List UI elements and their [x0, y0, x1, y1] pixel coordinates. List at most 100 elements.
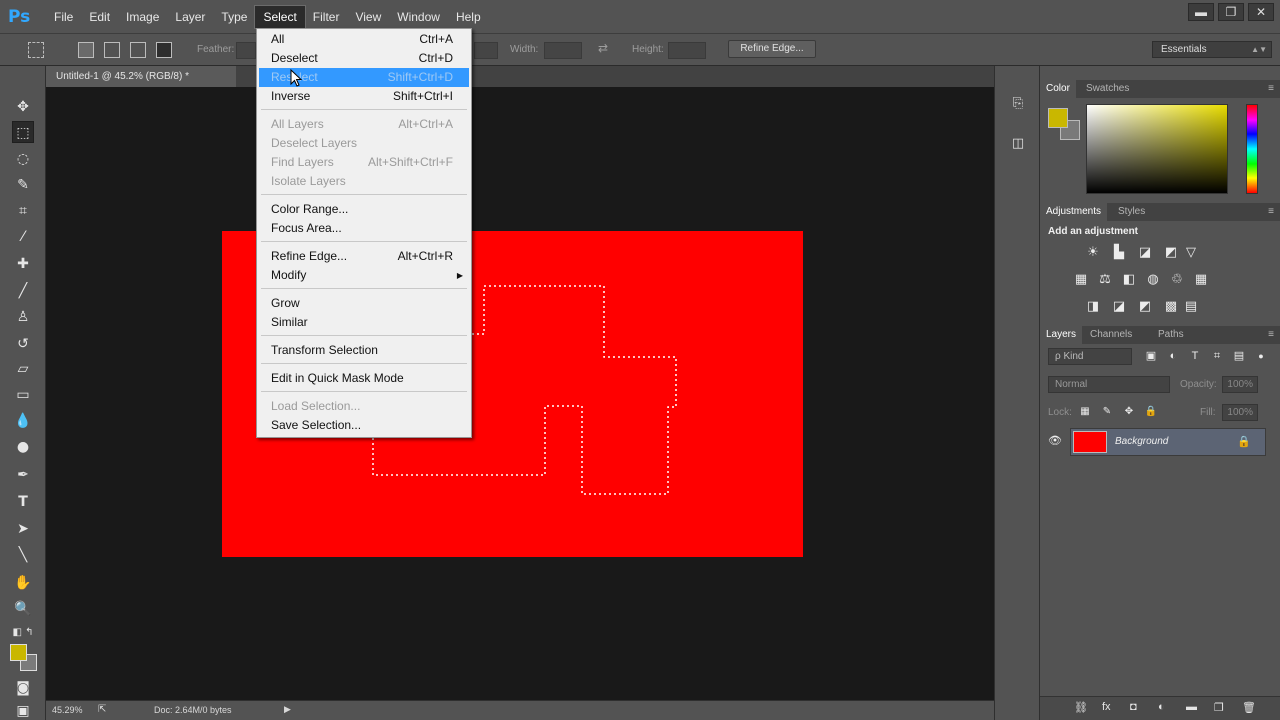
- status-menu-arrow-icon[interactable]: ▶: [284, 704, 291, 715]
- color-balance-icon[interactable]: ⚖: [1096, 271, 1114, 287]
- menu-item-isolate-layers[interactable]: Isolate Layers: [257, 172, 471, 191]
- menu-help[interactable]: Help: [448, 6, 489, 28]
- panel-menu-icon[interactable]: ≡: [1268, 83, 1274, 94]
- pen-tool-icon[interactable]: ✒: [12, 464, 34, 486]
- lock-transparent-icon[interactable]: ▦: [1076, 404, 1094, 420]
- menu-item-deselect-layers[interactable]: Deselect Layers: [257, 134, 471, 153]
- menu-item-modify[interactable]: Modify ▶: [257, 266, 471, 285]
- close-button[interactable]: ✕: [1248, 3, 1274, 21]
- menu-item-quick-mask[interactable]: Edit in Quick Mask Mode: [257, 369, 471, 388]
- panel-foreground-swatch[interactable]: [1048, 108, 1068, 128]
- swap-icon[interactable]: ⇄: [598, 41, 608, 55]
- gradient-tool-icon[interactable]: ▭: [12, 384, 34, 406]
- curves-icon[interactable]: ◪: [1136, 244, 1154, 260]
- menu-item-similar[interactable]: Similar: [257, 313, 471, 332]
- menu-item-load-selection[interactable]: Load Selection...: [257, 397, 471, 416]
- move-tool-icon[interactable]: ✥: [12, 96, 34, 118]
- document-tab[interactable]: Untitled-1 @ 45.2% (RGB/8) * ×: [46, 66, 266, 87]
- menu-item-focus-area[interactable]: Focus Area...: [257, 219, 471, 238]
- refine-edge-button[interactable]: Refine Edge...: [728, 40, 816, 58]
- panel-menu-icon[interactable]: ≡: [1268, 329, 1274, 340]
- tab-channels[interactable]: Channels: [1084, 326, 1138, 344]
- subtract-selection-icon[interactable]: [130, 42, 146, 58]
- hue-slider[interactable]: [1246, 104, 1258, 194]
- hue-saturation-icon[interactable]: ▦: [1072, 271, 1090, 287]
- eyedropper-tool-icon[interactable]: ⁄: [12, 226, 34, 248]
- menu-item-transform-selection[interactable]: Transform Selection: [257, 341, 471, 360]
- menu-item-all-layers[interactable]: All Layers Alt+Ctrl+A: [257, 115, 471, 134]
- workspace-select[interactable]: Essentials ▲▼: [1152, 41, 1272, 58]
- foreground-color-swatch[interactable]: [10, 644, 27, 661]
- crop-tool-icon[interactable]: ⌗: [12, 200, 34, 222]
- gradient-map-icon[interactable]: ▩: [1162, 298, 1180, 314]
- screen-mode-icon[interactable]: ▣: [12, 700, 34, 720]
- color-lookup-icon[interactable]: ▦: [1192, 271, 1210, 287]
- lock-pixels-icon[interactable]: ✎: [1098, 404, 1116, 420]
- marquee-preset-icon[interactable]: [28, 42, 44, 58]
- menu-filter[interactable]: Filter: [305, 6, 348, 28]
- channel-mixer-icon[interactable]: ♲: [1168, 271, 1186, 287]
- layer-style-icon[interactable]: fx: [1102, 701, 1111, 713]
- menu-type[interactable]: Type: [213, 6, 255, 28]
- tab-adjustments[interactable]: Adjustments: [1040, 203, 1108, 221]
- new-layer-icon[interactable]: ❐: [1214, 701, 1224, 714]
- menu-view[interactable]: View: [347, 6, 389, 28]
- blend-mode-select[interactable]: Normal: [1048, 376, 1170, 393]
- invert-icon[interactable]: ◨: [1084, 298, 1102, 314]
- menu-layer[interactable]: Layer: [167, 6, 213, 28]
- quick-selection-tool-icon[interactable]: ✎: [12, 174, 34, 196]
- filter-smart-object-icon[interactable]: ▤: [1230, 348, 1248, 364]
- selective-color-icon[interactable]: ▤: [1182, 298, 1200, 314]
- new-selection-icon[interactable]: [78, 42, 94, 58]
- tab-layers[interactable]: Layers: [1040, 326, 1083, 344]
- line-tool-icon[interactable]: ╲: [12, 544, 34, 566]
- tab-paths[interactable]: Paths: [1152, 326, 1190, 344]
- style-select[interactable]: [474, 42, 498, 59]
- lock-all-icon[interactable]: 🔒: [1142, 404, 1160, 420]
- menu-item-find-layers[interactable]: Find Layers Alt+Shift+Ctrl+F: [257, 153, 471, 172]
- color-field[interactable]: [1086, 104, 1228, 194]
- minimize-button[interactable]: ▬: [1188, 3, 1214, 21]
- menu-item-deselect[interactable]: Deselect Ctrl+D: [257, 49, 471, 68]
- menu-item-grow[interactable]: Grow: [257, 294, 471, 313]
- brush-tool-icon[interactable]: ╱: [12, 280, 34, 302]
- dodge-tool-icon[interactable]: ●: [12, 436, 34, 458]
- filter-type-icon[interactable]: T: [1186, 348, 1204, 364]
- quick-mask-icon[interactable]: ◙: [12, 677, 34, 699]
- link-layers-icon[interactable]: ⛓: [1074, 701, 1088, 714]
- filter-pixel-icon[interactable]: ▣: [1142, 348, 1160, 364]
- fill-input[interactable]: 100%: [1222, 404, 1258, 421]
- layer-kind-filter[interactable]: ρ Kind: [1048, 348, 1132, 365]
- type-tool-icon[interactable]: T: [12, 491, 34, 513]
- menu-item-all[interactable]: All Ctrl+A: [257, 30, 471, 49]
- width-input[interactable]: [544, 42, 582, 59]
- filter-adjustment-icon[interactable]: ◐: [1164, 348, 1182, 364]
- healing-brush-tool-icon[interactable]: ✚: [12, 253, 34, 275]
- menu-file[interactable]: File: [46, 6, 81, 28]
- restore-button[interactable]: ❐: [1218, 3, 1244, 21]
- history-brush-tool-icon[interactable]: ↺: [12, 333, 34, 355]
- intersect-selection-icon[interactable]: [156, 42, 172, 58]
- add-to-selection-icon[interactable]: [104, 42, 120, 58]
- filter-shape-icon[interactable]: ⌗: [1208, 348, 1226, 364]
- tab-styles[interactable]: Styles: [1112, 203, 1151, 221]
- menu-select[interactable]: Select: [254, 4, 306, 29]
- levels-icon[interactable]: ▙: [1110, 244, 1128, 260]
- path-selection-tool-icon[interactable]: ➤: [12, 518, 34, 540]
- tab-swatches[interactable]: Swatches: [1080, 80, 1135, 98]
- eraser-tool-icon[interactable]: ▱: [12, 358, 34, 380]
- filter-toggle-icon[interactable]: ●: [1252, 348, 1270, 364]
- default-colors-icon[interactable]: ◧ ↰: [12, 622, 34, 644]
- history-panel-icon[interactable]: ⎘: [1007, 92, 1029, 114]
- threshold-icon[interactable]: ◩: [1136, 298, 1154, 314]
- hand-tool-icon[interactable]: ✋: [12, 572, 34, 594]
- brightness-contrast-icon[interactable]: ☀: [1084, 244, 1102, 260]
- delete-layer-icon[interactable]: 🗑: [1242, 701, 1256, 714]
- layer-row[interactable]: Background 🔒: [1070, 428, 1266, 456]
- tab-color[interactable]: Color: [1040, 80, 1076, 98]
- height-input[interactable]: [668, 42, 706, 59]
- menu-item-color-range[interactable]: Color Range...: [257, 200, 471, 219]
- photo-filter-icon[interactable]: ◍: [1144, 271, 1162, 287]
- lock-position-icon[interactable]: ✥: [1120, 404, 1138, 420]
- exposure-icon[interactable]: ◩: [1162, 244, 1180, 260]
